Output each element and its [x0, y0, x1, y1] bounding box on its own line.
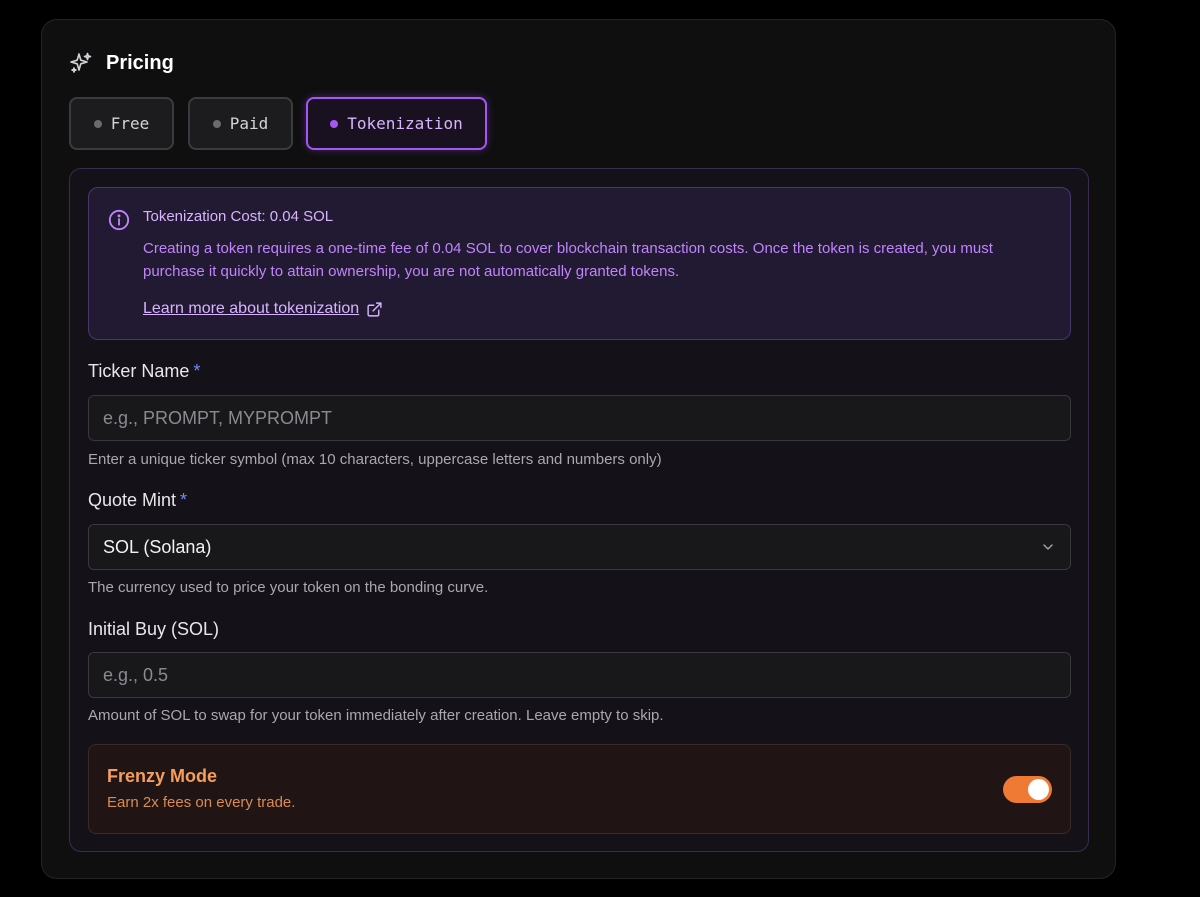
quote-mint-select[interactable]: SOL (Solana): [88, 524, 1071, 570]
initial-buy-label: Initial Buy (SOL): [88, 619, 219, 640]
quote-mint-label-text: Quote Mint: [88, 490, 177, 510]
tab-label: Tokenization: [347, 114, 463, 133]
tab-dot-icon: [330, 119, 339, 128]
ticker-placeholder: e.g., PROMPT, MYPROMPT: [103, 407, 333, 428]
frenzy-description: Earn 2x fees on every trade.: [107, 794, 296, 811]
initial-buy-help: Amount of SOL to swap for your token imm…: [88, 707, 664, 724]
external-link-icon: [367, 301, 382, 317]
quote-mint-value: SOL (Solana): [103, 536, 212, 557]
tab-label: Free: [110, 114, 150, 133]
tab-paid[interactable]: Paid: [188, 97, 293, 150]
learn-more-link[interactable]: Learn more about tokenization: [143, 300, 383, 318]
pricing-tabs: Free Paid Tokenization: [69, 97, 487, 150]
required-star: *: [180, 490, 188, 510]
ticker-input[interactable]: e.g., PROMPT, MYPROMPT: [88, 395, 1071, 441]
pricing-card: Pricing Free Paid Tokenization Tokenizat…: [41, 19, 1116, 879]
tokenization-panel: Tokenization Cost: 0.04 SOL Creating a t…: [69, 168, 1089, 852]
quote-mint-label: Quote Mint *: [88, 490, 187, 511]
frenzy-toggle[interactable]: [1003, 776, 1052, 803]
learn-more-label: Learn more about tokenization: [143, 300, 360, 317]
tab-free[interactable]: Free: [69, 97, 174, 150]
toggle-knob: [1028, 779, 1049, 800]
info-body: Creating a token requires a one-time fee…: [143, 240, 993, 280]
tab-label: Paid: [229, 114, 269, 133]
initial-buy-placeholder: e.g., 0.5: [103, 664, 169, 685]
chevron-down-icon: [1043, 544, 1053, 550]
tab-dot-icon: [93, 119, 102, 128]
info-title: Tokenization Cost: 0.04 SOL: [143, 208, 334, 225]
page-title: Pricing: [106, 51, 174, 74]
quote-mint-help: The currency used to price your token on…: [88, 579, 489, 596]
sparkles-icon: [70, 52, 92, 73]
frenzy-mode-card: Frenzy Mode Earn 2x fees on every trade.: [88, 744, 1071, 834]
initial-buy-label-text: Initial Buy (SOL): [88, 619, 220, 639]
info-icon: [108, 209, 130, 231]
tab-tokenization[interactable]: Tokenization: [306, 97, 487, 150]
info-callout: Tokenization Cost: 0.04 SOL Creating a t…: [88, 187, 1071, 340]
frenzy-title: Frenzy Mode: [107, 766, 218, 786]
initial-buy-input[interactable]: e.g., 0.5: [88, 652, 1071, 698]
pricing-header: Pricing: [69, 51, 174, 75]
ticker-label: Ticker Name *: [88, 361, 200, 382]
tab-dot-icon: [212, 119, 221, 128]
required-star: *: [193, 361, 201, 381]
ticker-help: Enter a unique ticker symbol (max 10 cha…: [88, 451, 662, 468]
ticker-label-text: Ticker Name: [88, 361, 190, 381]
